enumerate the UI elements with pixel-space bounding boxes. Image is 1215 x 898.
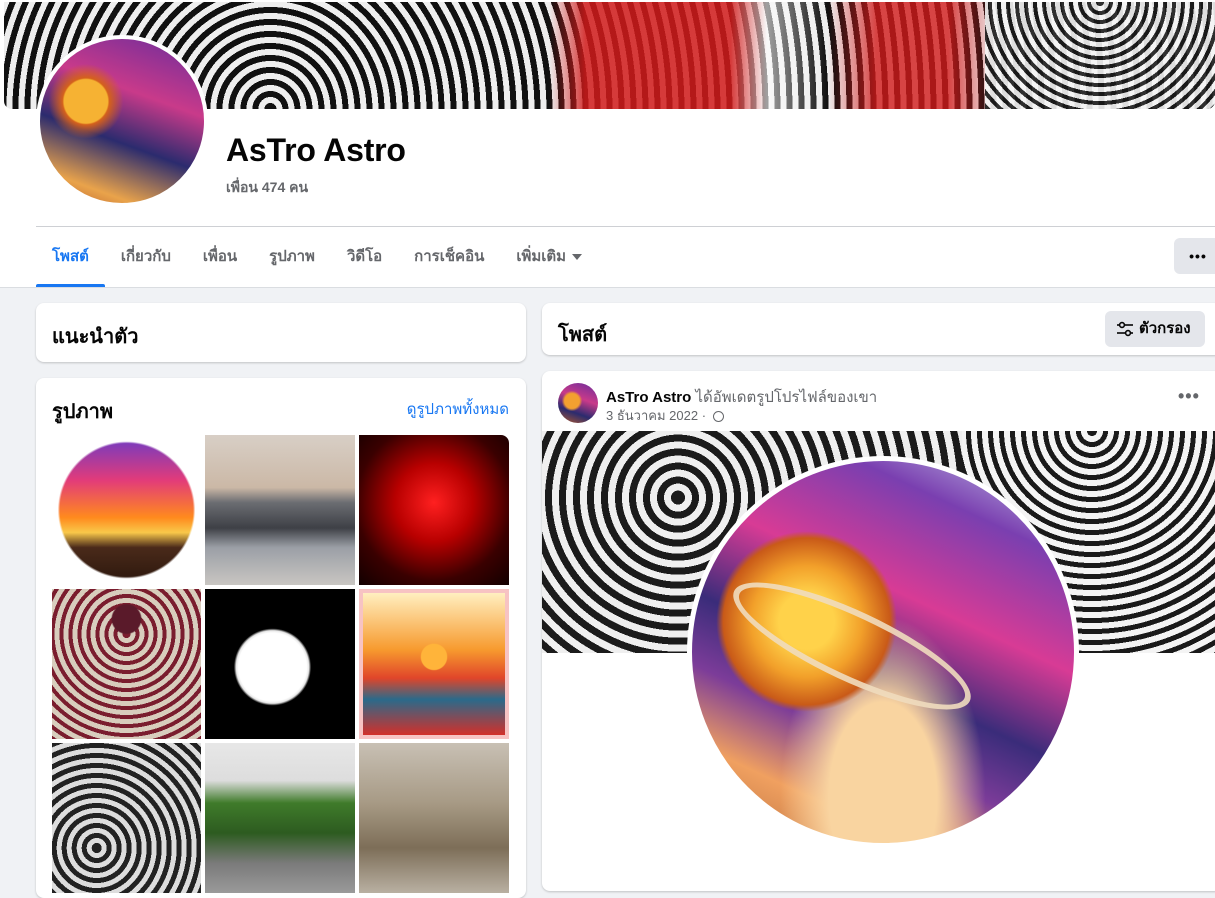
- post-author-name[interactable]: AsTro Astro: [606, 389, 691, 406]
- tab-more-label: เพิ่มเติม: [516, 248, 567, 265]
- post-card: AsTro Astro ได้อัพเดตรูปโปรไฟล์ของเขา 3 …: [542, 371, 1215, 891]
- filter-label: ตัวกรอง: [1139, 320, 1191, 337]
- post-date[interactable]: 3 ธันวาคม 2022: [606, 408, 698, 423]
- profile-more-button[interactable]: •••: [1174, 238, 1215, 274]
- photo-thumbnail[interactable]: [359, 435, 509, 585]
- post-more-button[interactable]: •••: [1178, 387, 1200, 405]
- photo-thumbnail[interactable]: [52, 743, 201, 893]
- photo-thumbnail[interactable]: [205, 589, 355, 739]
- filter-button[interactable]: ตัวกรอง: [1105, 311, 1205, 347]
- post-author-avatar[interactable]: [558, 383, 598, 423]
- tab-photos[interactable]: รูปภาพ: [253, 228, 331, 286]
- planet-ring: [719, 559, 985, 733]
- photo-grid: [52, 435, 509, 893]
- profile-name: AsTro Astro: [226, 132, 406, 168]
- post-meta-separator: ·: [701, 408, 707, 423]
- post-profile-picture[interactable]: [687, 456, 1079, 848]
- photo-thumbnail[interactable]: [205, 435, 355, 585]
- see-all-photos-link[interactable]: ดูรูปภาพทั้งหมด: [407, 397, 509, 421]
- photo-thumbnail[interactable]: [205, 743, 355, 893]
- header-divider: [36, 226, 1215, 227]
- posts-header-card: โพสต์ ตัวกรอง: [542, 303, 1215, 355]
- posts-title: โพสต์: [558, 324, 608, 346]
- tab-friends[interactable]: เพื่อน: [187, 228, 253, 286]
- tab-posts[interactable]: โพสต์: [36, 228, 105, 287]
- photo-thumbnail[interactable]: [359, 743, 509, 893]
- caret-down-icon: [572, 254, 583, 261]
- profile-tabs: โพสต์ เกี่ยวกับ เพื่อน รูปภาพ วิดีโอ การ…: [36, 228, 598, 287]
- tab-checkins[interactable]: การเช็คอิน: [398, 228, 500, 286]
- photos-card: รูปภาพ ดูรูปภาพทั้งหมด: [36, 378, 526, 898]
- post-action-text: ได้อัพเดตรูปโปรไฟล์ของเขา: [695, 389, 878, 406]
- globe-icon: [712, 411, 724, 422]
- friends-count[interactable]: เพื่อน 474 คน: [226, 177, 308, 199]
- cover-pattern: [985, 2, 1215, 109]
- profile-avatar[interactable]: [36, 35, 208, 207]
- sliders-icon: [1117, 321, 1133, 337]
- photos-title: รูปภาพ: [52, 401, 114, 423]
- post-meta: 3 ธันวาคม 2022 ·: [606, 405, 724, 426]
- tab-more[interactable]: เพิ่มเติม: [500, 228, 598, 286]
- tab-about[interactable]: เกี่ยวกับ: [105, 228, 187, 286]
- photo-thumbnail[interactable]: [52, 589, 201, 739]
- tab-videos[interactable]: วิดีโอ: [331, 228, 398, 286]
- intro-title: แนะนำตัว: [52, 326, 139, 348]
- photo-thumbnail[interactable]: [359, 589, 509, 739]
- photo-thumbnail[interactable]: [52, 435, 201, 585]
- intro-card: แนะนำตัว: [36, 303, 526, 362]
